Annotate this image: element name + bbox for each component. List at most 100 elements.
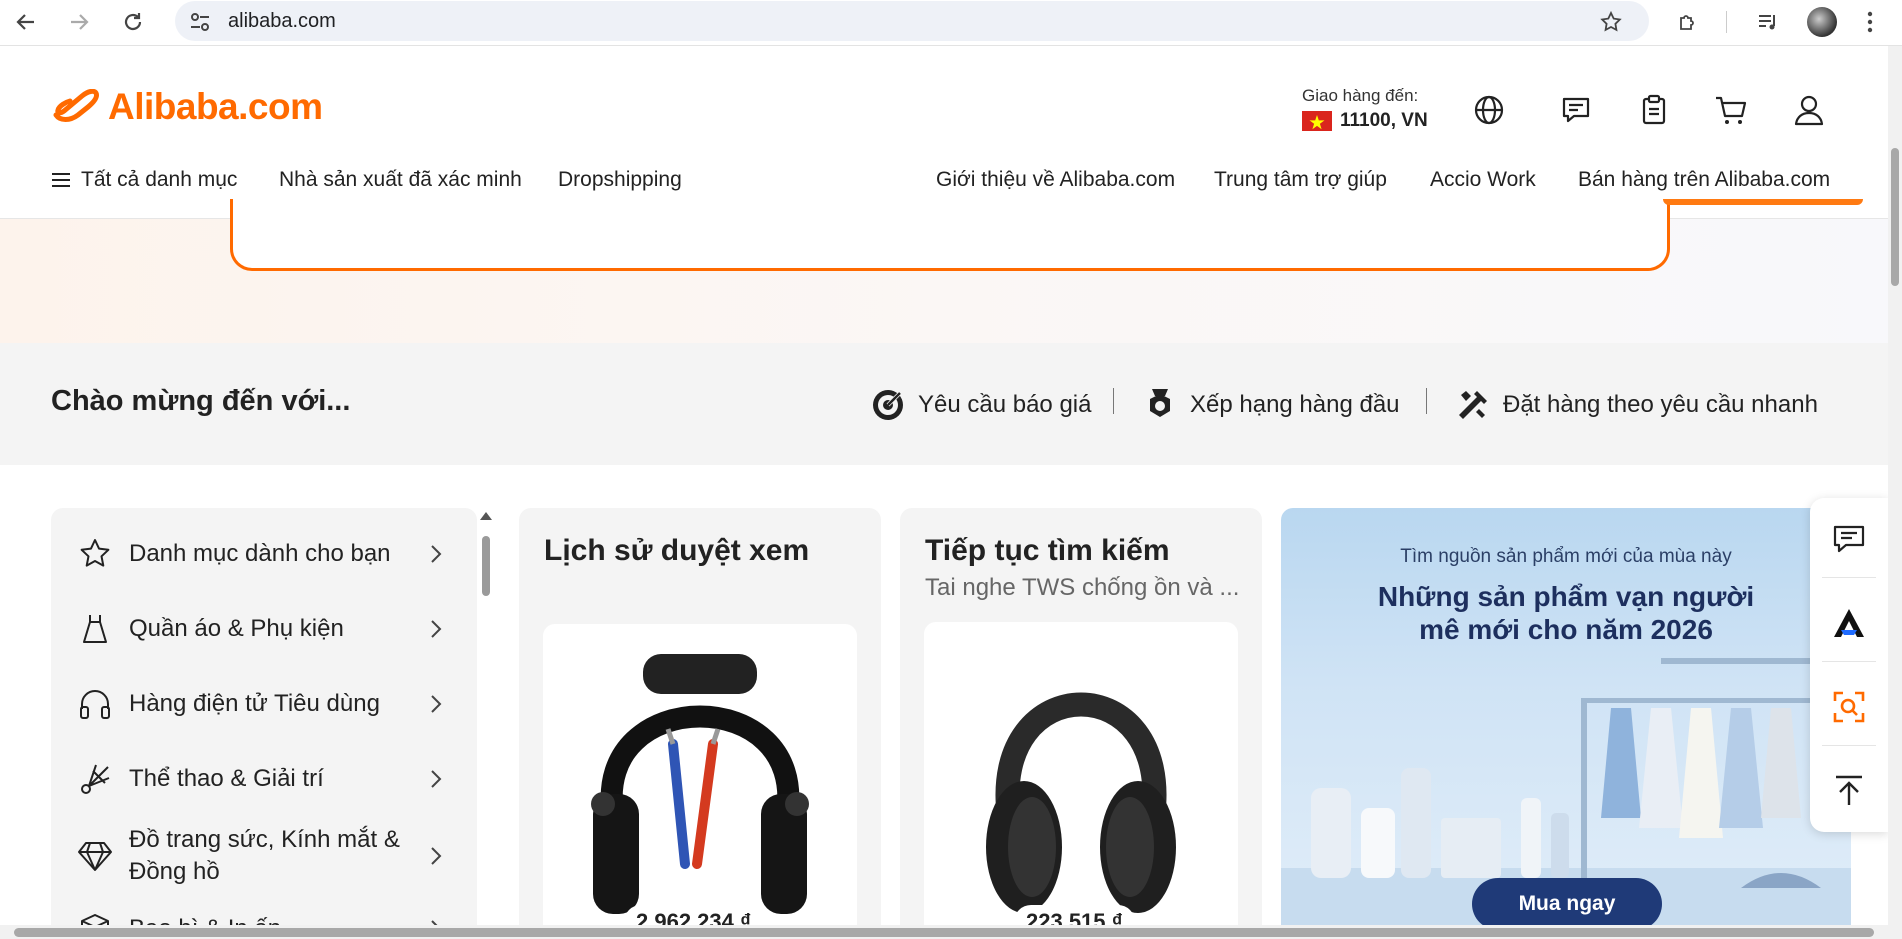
address-bar[interactable]: alibaba.com xyxy=(175,1,1649,41)
nav-help-center[interactable]: Trung tâm trợ giúp xyxy=(1214,168,1387,192)
nav-label: Tất cả danh mục xyxy=(81,168,238,191)
divider xyxy=(1113,388,1114,414)
category-list: Danh mục dành cho bạn Quần áo & Phụ kiện… xyxy=(51,508,477,939)
arrow-left-icon xyxy=(16,14,34,30)
banner-tagline: Tìm nguồn sản phẩm mới của mùa này xyxy=(1400,546,1732,567)
avatar xyxy=(1807,7,1837,37)
nav-sell-on-alibaba[interactable]: Bán hàng trên Alibaba.com xyxy=(1578,168,1830,192)
reload-icon xyxy=(124,13,142,31)
category-item[interactable]: Đồ trang sức, Kính mắt & Đồng hồ xyxy=(51,813,477,899)
page-vertical-scrollbar[interactable] xyxy=(1888,46,1902,939)
profile-avatar[interactable] xyxy=(1806,6,1838,38)
chevron-right-icon xyxy=(431,847,442,865)
nav-dropshipping[interactable]: Dropshipping xyxy=(558,168,682,192)
top-ranking-link[interactable]: Xếp hạng hàng đầu xyxy=(1142,387,1400,423)
card-title: Tiếp tục tìm kiếm xyxy=(925,534,1170,567)
fast-customization-link[interactable]: Đặt hàng theo yêu cầu nhanh xyxy=(1455,387,1818,423)
category-item[interactable]: Thể thao & Giải trí xyxy=(51,753,477,805)
arrow-right-icon xyxy=(71,14,89,30)
nav-about[interactable]: Giới thiệu về Alibaba.com xyxy=(936,168,1175,192)
shuttlecock-icon xyxy=(77,761,113,797)
language-button[interactable] xyxy=(1469,90,1509,130)
site-settings-icon xyxy=(191,13,209,31)
playlist-icon xyxy=(1759,15,1775,30)
cart-button[interactable] xyxy=(1711,90,1751,130)
promo-banner[interactable]: Tìm nguồn sản phẩm mới của mùa này Những… xyxy=(1281,508,1851,939)
search-box[interactable] xyxy=(230,199,1863,271)
globe-icon xyxy=(1474,95,1504,125)
card-title: Lịch sử duyệt xem xyxy=(544,534,810,567)
scrollbar-thumb[interactable] xyxy=(14,928,1874,937)
media-button[interactable] xyxy=(1752,6,1784,38)
welcome-bar: Chào mừng đến với... Yêu cầu báo giá Xếp… xyxy=(0,343,1888,465)
nav-all-categories[interactable]: Tất cả danh mục xyxy=(51,168,237,192)
extensions-button[interactable] xyxy=(1672,6,1704,38)
reload-button[interactable] xyxy=(117,6,149,38)
more-vertical-icon xyxy=(1867,11,1873,33)
category-item[interactable]: Quần áo & Phụ kiện xyxy=(51,603,477,655)
category-label: Hàng điện tử Tiêu dùng xyxy=(129,690,380,717)
chevron-right-icon xyxy=(431,545,442,563)
chevron-right-icon xyxy=(431,770,442,788)
accio-button[interactable] xyxy=(1829,603,1869,643)
headphones-product-image xyxy=(986,692,1176,913)
scroll-up-icon[interactable] xyxy=(480,512,492,520)
divider xyxy=(1822,577,1876,578)
messages-button[interactable] xyxy=(1556,90,1596,130)
scrollbar-thumb[interactable] xyxy=(1891,148,1899,286)
chevron-right-icon xyxy=(431,620,442,638)
scrollbar-thumb[interactable] xyxy=(482,536,490,596)
product-image[interactable] xyxy=(924,622,1238,939)
star-icon xyxy=(77,536,113,572)
category-label: Thể thao & Giải trí xyxy=(129,765,324,792)
back-to-top-button[interactable] xyxy=(1829,770,1869,810)
cart-icon xyxy=(1716,96,1747,124)
category-item[interactable]: Hàng điện tử Tiêu dùng xyxy=(51,678,477,730)
request-quote-link[interactable]: Yêu cầu báo giá xyxy=(870,387,1091,423)
delivery-selector[interactable]: Giao hàng đến: 11100, VN xyxy=(1302,86,1428,132)
shop-now-button[interactable]: Mua ngay xyxy=(1472,878,1662,930)
message-icon xyxy=(1833,525,1865,553)
target-icon xyxy=(873,390,903,420)
divider xyxy=(1822,661,1876,662)
continue-search-card[interactable]: Tiếp tục tìm kiếm Tai nghe TWS chống ồn … xyxy=(900,508,1262,939)
nav-accio-work[interactable]: Accio Work xyxy=(1430,168,1536,192)
user-icon xyxy=(1794,95,1824,126)
browsing-history-card[interactable]: Lịch sử duyệt xem 2.962.234 ₫ xyxy=(519,508,881,939)
toolbar-divider xyxy=(1726,11,1727,33)
delivery-label: Giao hàng đến: xyxy=(1302,86,1419,105)
product-image[interactable] xyxy=(543,624,857,939)
bookmark-star-icon[interactable] xyxy=(1599,10,1623,34)
delivery-location: 11100, VN xyxy=(1340,110,1428,131)
vietnam-flag-icon xyxy=(1302,111,1332,131)
orders-button[interactable] xyxy=(1634,90,1674,130)
chevron-right-icon xyxy=(431,695,442,713)
hero-section xyxy=(0,199,1888,343)
menu-button[interactable] xyxy=(1860,6,1880,38)
arrow-up-icon xyxy=(1836,775,1862,805)
forward-button[interactable] xyxy=(63,6,95,38)
tools-icon xyxy=(1459,391,1487,419)
chat-button[interactable] xyxy=(1829,519,1869,559)
medal-icon xyxy=(1150,389,1170,417)
image-search-button[interactable] xyxy=(1829,687,1869,727)
url-text: alibaba.com xyxy=(228,10,336,32)
headphones-icon xyxy=(77,686,113,722)
category-item[interactable]: Danh mục dành cho bạn xyxy=(51,528,477,580)
category-label: Đồ trang sức, Kính mắt & Đồng hồ xyxy=(129,826,400,885)
search-button[interactable] xyxy=(1663,199,1863,205)
page-horizontal-scrollbar[interactable] xyxy=(0,925,1888,939)
link-label: Đặt hàng theo yêu cầu nhanh xyxy=(1503,391,1818,418)
divider xyxy=(1426,388,1427,414)
category-scrollbar[interactable] xyxy=(477,508,495,939)
banner-headline: Những sản phẩm vạn người mê mới cho năm … xyxy=(1281,580,1851,646)
link-label: Yêu cầu báo giá xyxy=(918,391,1092,418)
back-button[interactable] xyxy=(10,6,42,38)
nav-verified-manufacturers[interactable]: Nhà sản xuất đã xác minh xyxy=(279,168,522,192)
browser-toolbar: alibaba.com xyxy=(0,0,1902,46)
category-label: Quần áo & Phụ kiện xyxy=(129,615,344,642)
account-button[interactable] xyxy=(1789,90,1829,130)
logo-text: Alibaba.com xyxy=(108,86,323,127)
alibaba-logo[interactable]: Alibaba.com xyxy=(50,86,323,128)
floating-toolbar xyxy=(1810,498,1888,832)
